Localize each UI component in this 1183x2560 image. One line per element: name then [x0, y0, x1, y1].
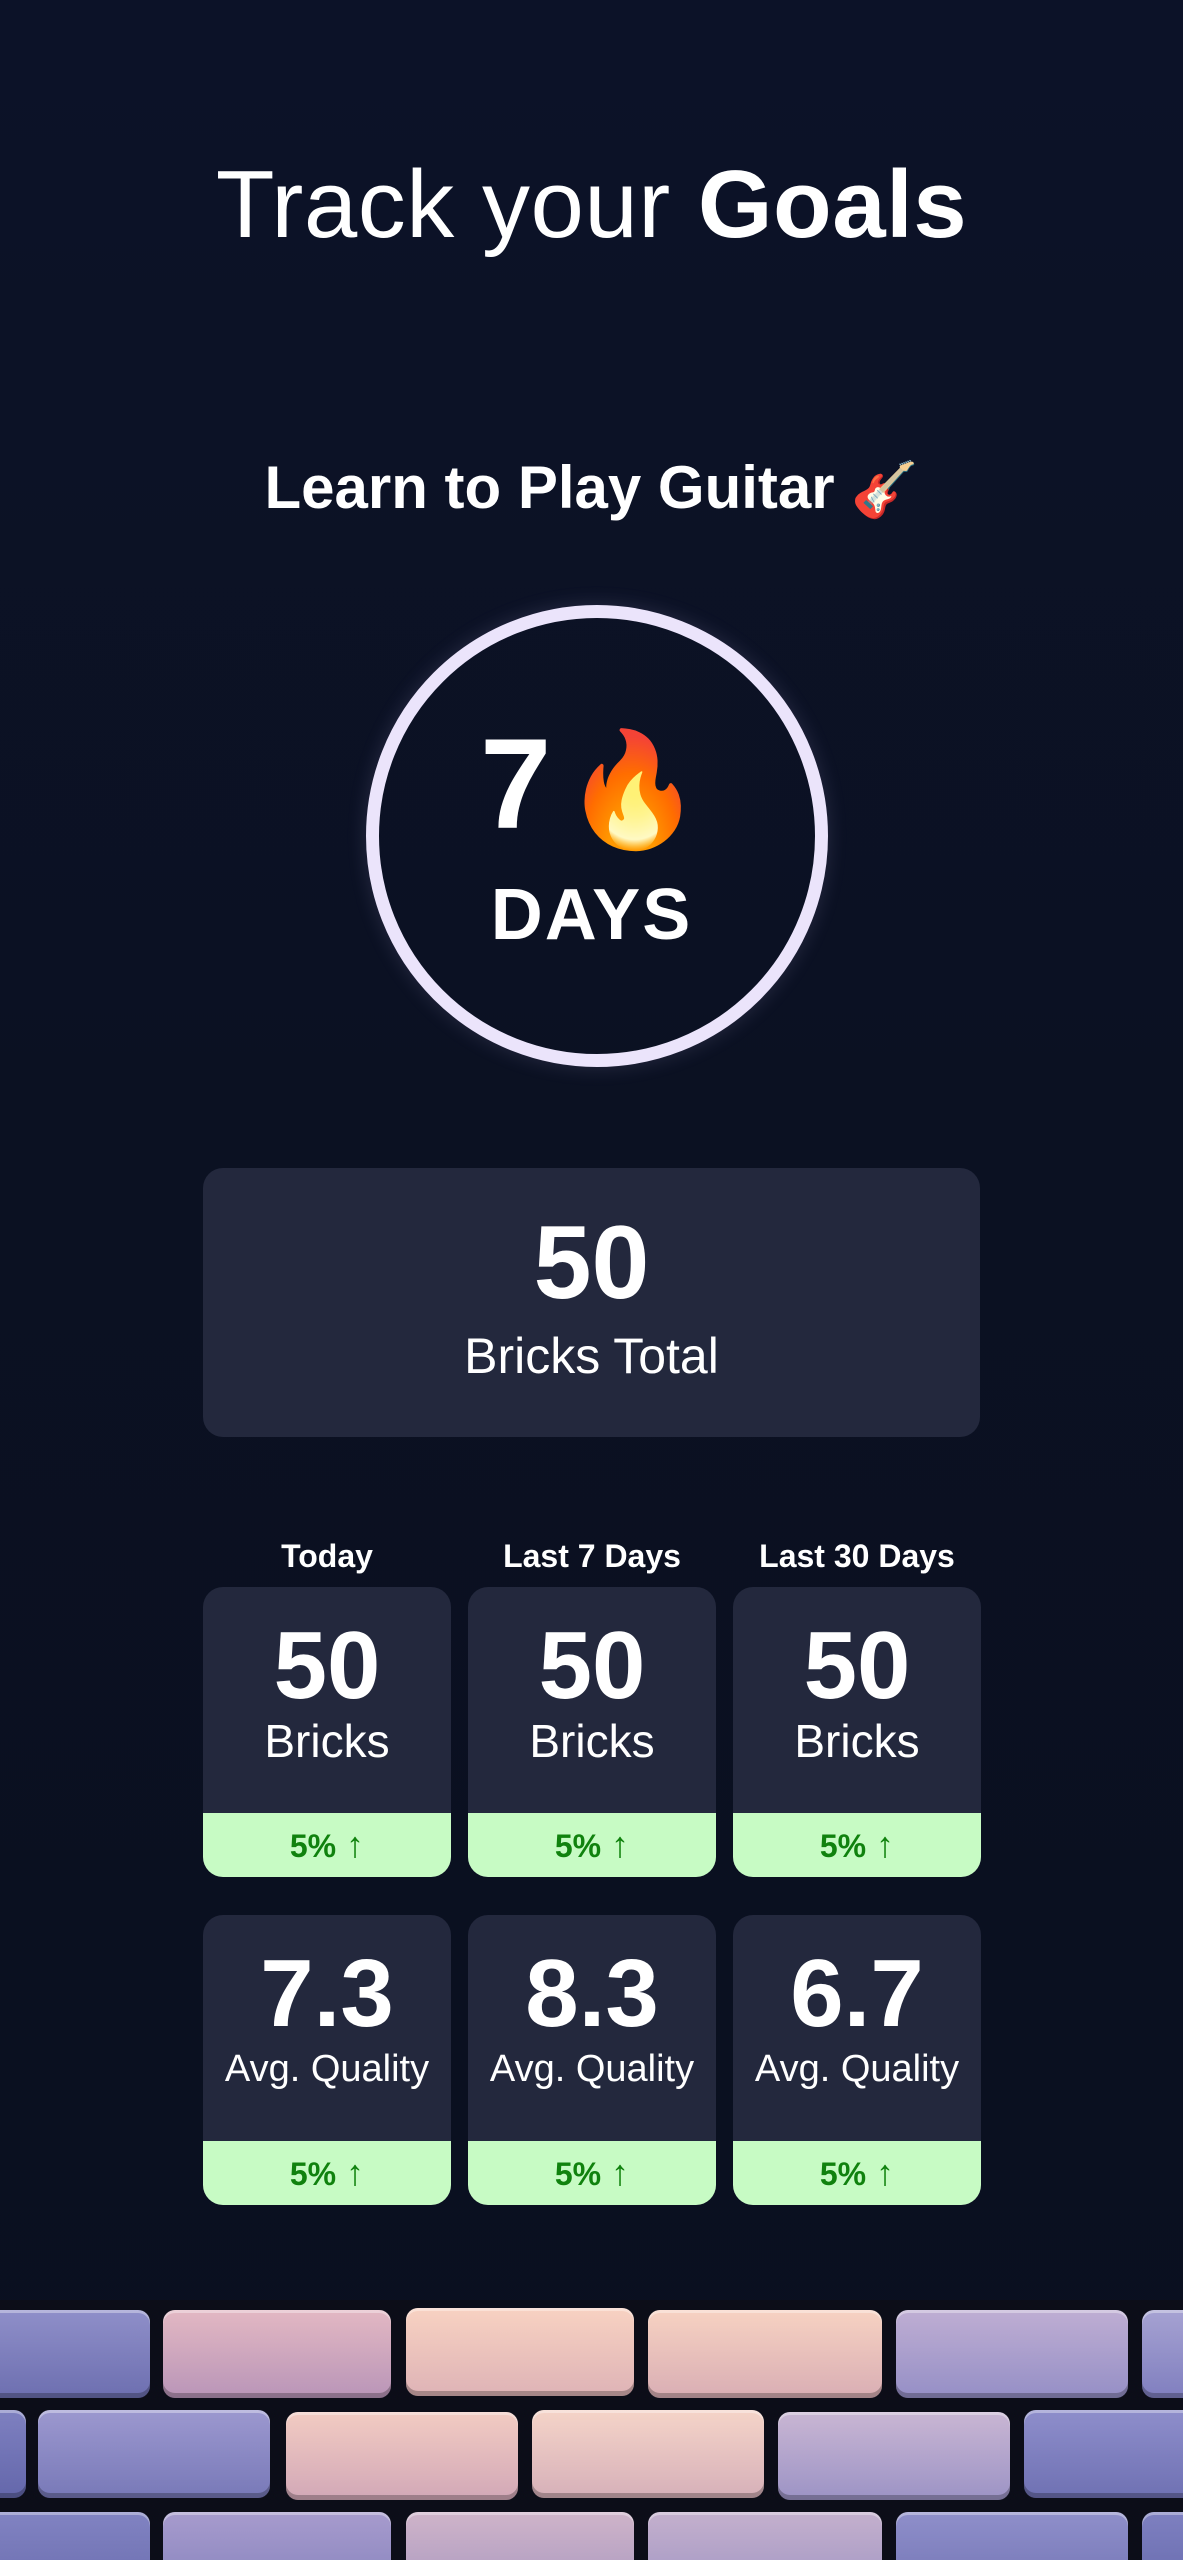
brick	[1142, 2512, 1183, 2560]
change-badge: 5% ↑	[203, 2141, 451, 2205]
quality-caption: Avg. Quality	[754, 2048, 960, 2090]
brick	[532, 2410, 764, 2498]
change-badge: 5% ↑	[468, 1813, 716, 1877]
brick	[0, 2512, 150, 2560]
brick	[1024, 2410, 1183, 2498]
quality-value: 7.3	[260, 1940, 394, 2047]
brick	[406, 2512, 634, 2560]
quality-caption: Avg. Quality	[489, 2048, 695, 2090]
brick	[0, 2310, 150, 2398]
bricks-card-last-30-days: 50 Bricks 5% ↑	[733, 1587, 981, 1877]
page-title: Track your Goals	[0, 150, 1183, 260]
quality-caption: Avg. Quality	[224, 2048, 430, 2090]
change-badge: 5% ↑	[203, 1813, 451, 1877]
brick	[648, 2310, 882, 2398]
brick	[163, 2310, 391, 2398]
total-bricks-value: 50	[533, 1205, 650, 1321]
arrow-up-icon: ↑	[346, 1824, 365, 1865]
page-title-emphasis: Goals	[697, 151, 968, 258]
change-value: 5%	[554, 2156, 602, 2192]
guitar-icon: 🎸	[851, 460, 919, 520]
change-value: 5%	[819, 1828, 867, 1864]
change-badge: 5% ↑	[468, 2141, 716, 2205]
total-bricks-label: Bricks Total	[464, 1328, 719, 1384]
brick-wall-illustration	[0, 2300, 1183, 2560]
quality-value: 8.3	[525, 1940, 659, 2047]
quality-card-today: 7.3 Avg. Quality 5% ↑	[203, 1915, 451, 2205]
bricks-card-last-7-days: 50 Bricks 5% ↑	[468, 1587, 716, 1877]
arrow-up-icon: ↑	[346, 2152, 365, 2193]
change-badge: 5% ↑	[733, 1813, 981, 1877]
brick	[778, 2412, 1010, 2500]
bricks-value: 50	[273, 1612, 381, 1719]
streak-count: 7	[480, 713, 552, 856]
brick	[163, 2512, 391, 2560]
period-label-last-30-days: Last 30 Days	[759, 1538, 955, 1574]
period-label-last-7-days: Last 7 Days	[503, 1538, 681, 1574]
period-label-today: Today	[281, 1538, 373, 1574]
brick	[0, 2410, 26, 2498]
streak-unit: DAYS	[490, 875, 693, 955]
arrow-up-icon: ↑	[876, 1824, 895, 1865]
bricks-value: 50	[538, 1612, 646, 1719]
change-badge: 5% ↑	[733, 2141, 981, 2205]
brick	[896, 2310, 1128, 2398]
page-title-prefix: Track your	[215, 151, 671, 258]
brick	[896, 2512, 1128, 2560]
goal-title: Learn to Play Guitar 🎸	[0, 452, 1183, 526]
bricks-caption: Bricks	[264, 1715, 390, 1767]
arrow-up-icon: ↑	[611, 1824, 630, 1865]
bricks-caption: Bricks	[529, 1715, 655, 1767]
quality-card-last-7-days: 8.3 Avg. Quality 5% ↑	[468, 1915, 716, 2205]
brick	[406, 2308, 634, 2396]
fire-icon: 🔥	[563, 727, 703, 852]
brick	[648, 2512, 882, 2560]
bricks-value: 50	[803, 1612, 911, 1719]
quality-value: 6.7	[790, 1940, 924, 2047]
bricks-card-today: 50 Bricks 5% ↑	[203, 1587, 451, 1877]
brick	[1142, 2310, 1183, 2398]
brick	[38, 2410, 270, 2498]
bricks-caption: Bricks	[794, 1715, 920, 1767]
total-bricks-card: 50 Bricks Total	[203, 1168, 980, 1437]
streak-count-row: 7 🔥	[0, 710, 1183, 865]
change-value: 5%	[554, 1828, 602, 1864]
arrow-up-icon: ↑	[611, 2152, 630, 2193]
change-value: 5%	[289, 1828, 337, 1864]
brick	[286, 2412, 518, 2500]
goal-name: Learn to Play Guitar	[264, 454, 835, 521]
quality-card-last-30-days: 6.7 Avg. Quality 5% ↑	[733, 1915, 981, 2205]
change-value: 5%	[289, 2156, 337, 2192]
arrow-up-icon: ↑	[876, 2152, 895, 2193]
change-value: 5%	[819, 2156, 867, 2192]
